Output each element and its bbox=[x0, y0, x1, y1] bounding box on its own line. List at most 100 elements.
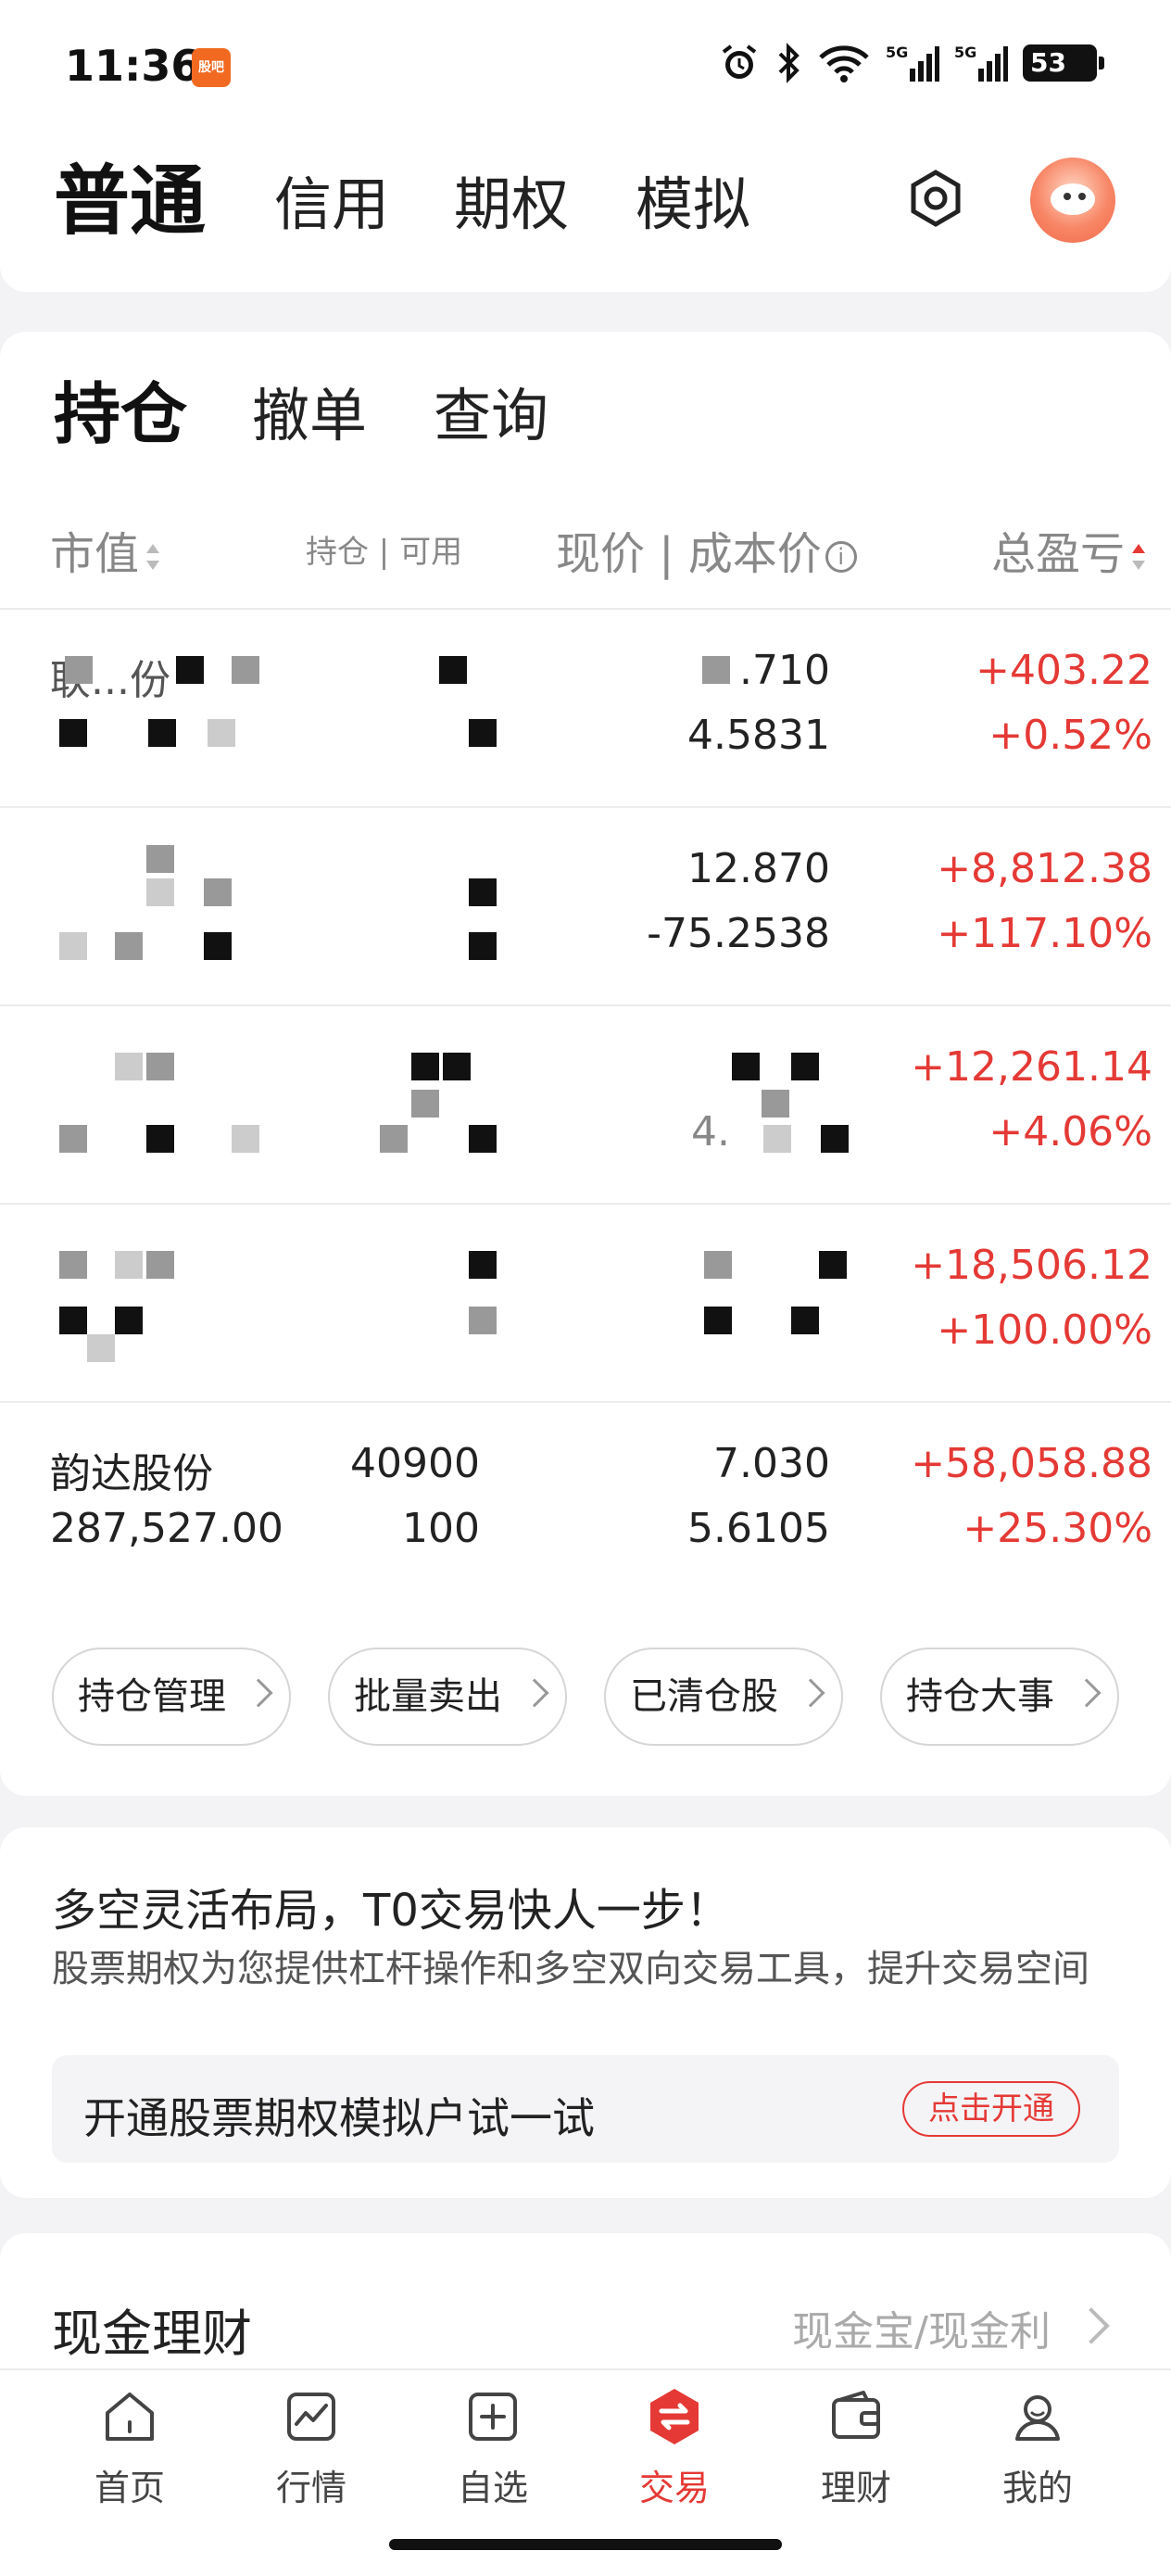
pnl-percent: +0.52% bbox=[988, 712, 1152, 759]
total-pnl: +58,058.88 bbox=[911, 1440, 1152, 1487]
cash-management-row[interactable]: 现金理财 现金宝/现金利 bbox=[0, 2233, 1171, 2381]
button-label: 已清仓股 bbox=[630, 1675, 778, 1718]
redacted-block bbox=[87, 1334, 115, 1362]
cost-price: 4.5831 bbox=[687, 712, 830, 759]
bottom-navigation: 首页 行情 自选 交易 理财 我的 bbox=[0, 2368, 1171, 2522]
holding-events-button[interactable]: 持仓大事 bbox=[880, 1648, 1119, 1746]
cost-price: -75.2538 bbox=[647, 910, 830, 957]
column-market-value[interactable]: 市值 bbox=[50, 517, 160, 582]
column-label: 可用 bbox=[399, 534, 463, 571]
redacted-block bbox=[819, 1251, 847, 1279]
redacted-block bbox=[146, 1053, 174, 1080]
nav-market[interactable]: 行情 bbox=[228, 2387, 395, 2510]
cost-price: 4. bbox=[691, 1108, 730, 1155]
current-price: .710 bbox=[739, 647, 830, 694]
redacted-block bbox=[469, 1307, 497, 1334]
home-indicator[interactable] bbox=[389, 2539, 782, 2550]
account-tabs: 普通 信用 期权 模拟 bbox=[0, 139, 1171, 292]
column-label: 总盈亏 bbox=[991, 528, 1126, 580]
tab-cancel-order[interactable]: 撤单 bbox=[252, 369, 367, 452]
redacted-block bbox=[469, 1125, 497, 1153]
sort-icon bbox=[1132, 544, 1146, 570]
table-row[interactable]: 韵达股份 287,527.00 40900 100 7.030 5.6105 +… bbox=[0, 1403, 1171, 1599]
redacted-block bbox=[204, 878, 232, 906]
redacted-block bbox=[704, 1251, 732, 1279]
nav-label: 我的 bbox=[1001, 2468, 1073, 2508]
redacted-block bbox=[115, 1053, 143, 1080]
redacted-block bbox=[148, 719, 176, 747]
redacted-block bbox=[146, 878, 174, 906]
tab-label: 持仓 bbox=[54, 375, 188, 453]
nav-watchlist[interactable]: 自选 bbox=[409, 2387, 576, 2510]
tab-holdings[interactable]: 持仓 bbox=[54, 360, 187, 457]
tab-credit[interactable]: 信用 bbox=[274, 158, 389, 241]
table-row[interactable]: 4. +12,261.14 +4.06% bbox=[0, 1006, 1171, 1203]
redacted-block bbox=[821, 1125, 849, 1153]
add-square-icon bbox=[469, 2393, 517, 2441]
redacted-block bbox=[791, 1053, 819, 1080]
redacted-block bbox=[704, 1307, 732, 1334]
nav-mine[interactable]: 我的 bbox=[954, 2387, 1121, 2510]
bluetooth-icon bbox=[778, 43, 800, 83]
info-icon[interactable]: i bbox=[825, 541, 857, 573]
table-row[interactable]: 联...份 .710 4.5831 +403.22 +0.52% bbox=[0, 610, 1171, 806]
chevron-right-icon bbox=[796, 1678, 825, 1708]
current-price: 12.870 bbox=[687, 845, 830, 892]
pnl-percent: +117.10% bbox=[937, 910, 1152, 957]
trade-icon bbox=[650, 2389, 699, 2444]
avatar[interactable] bbox=[1030, 158, 1115, 243]
app-notification-icon: 股吧 bbox=[192, 48, 231, 87]
svg-text:5G: 5G bbox=[886, 44, 908, 61]
current-price: 7.030 bbox=[713, 1440, 830, 1487]
cash-title: 现金理财 bbox=[52, 2305, 252, 2363]
tab-normal[interactable]: 普通 bbox=[54, 139, 206, 249]
holdings-card: 持仓 撤单 查询 市值 持仓 | 可用 现价 | 成本价 i 总盈亏 联...份 … bbox=[0, 332, 1171, 1796]
cleared-stocks-button[interactable]: 已清仓股 bbox=[604, 1648, 843, 1746]
status-icons: 5G 5G 53 bbox=[719, 43, 1104, 83]
redacted-block bbox=[115, 1251, 143, 1279]
avatar-eye bbox=[1078, 193, 1086, 200]
nav-home[interactable]: 首页 bbox=[46, 2387, 213, 2510]
redacted-block bbox=[411, 1053, 439, 1080]
redacted-block bbox=[65, 656, 93, 684]
redacted-block bbox=[469, 719, 497, 747]
cash-subtitle: 现金宝/现金利 bbox=[792, 2308, 1051, 2355]
redacted-block bbox=[176, 656, 204, 684]
pnl-percent: +25.30% bbox=[963, 1505, 1152, 1552]
table-row[interactable]: +18,506.12 +100.00% bbox=[0, 1205, 1171, 1401]
open-options-button[interactable]: 点击开通 bbox=[902, 2081, 1080, 2137]
pnl-percent: +100.00% bbox=[937, 1307, 1152, 1354]
redacted-block bbox=[59, 932, 87, 960]
column-position-available: 持仓 | 可用 bbox=[306, 534, 463, 571]
manage-holdings-button[interactable]: 持仓管理 bbox=[52, 1648, 291, 1746]
home-icon bbox=[106, 2393, 154, 2441]
nav-label: 交易 bbox=[638, 2468, 710, 2508]
redacted-block bbox=[204, 932, 232, 960]
stock-name: 韵达股份 bbox=[50, 1450, 213, 1497]
redacted-block bbox=[443, 1053, 471, 1080]
redacted-block bbox=[762, 1090, 789, 1118]
signal-5g-icon: 5G bbox=[886, 44, 939, 82]
column-label: 持仓 bbox=[306, 534, 369, 571]
svg-text:5G: 5G bbox=[954, 44, 976, 61]
nav-trade[interactable]: 交易 bbox=[591, 2387, 758, 2510]
nav-wealth[interactable]: 理财 bbox=[773, 2387, 939, 2510]
redacted-block bbox=[702, 656, 730, 684]
redacted-block bbox=[380, 1125, 408, 1153]
table-row[interactable]: 12.870 -75.2538 +8,812.38 +117.10% bbox=[0, 808, 1171, 1004]
chart-icon bbox=[287, 2393, 335, 2441]
promo-banner-text: 开通股票期权模拟户试一试 bbox=[83, 2093, 595, 2143]
promo-banner[interactable]: 开通股票期权模拟户试一试 点击开通 bbox=[52, 2055, 1119, 2163]
signal-5g-icon: 5G bbox=[954, 44, 1008, 82]
tab-simulation[interactable]: 模拟 bbox=[636, 158, 750, 241]
tab-options[interactable]: 期权 bbox=[454, 158, 569, 241]
redacted-block bbox=[439, 656, 467, 684]
redacted-block bbox=[469, 1251, 497, 1279]
tab-query[interactable]: 查询 bbox=[434, 369, 548, 452]
batch-sell-button[interactable]: 批量卖出 bbox=[328, 1648, 567, 1746]
settings-icon[interactable] bbox=[906, 169, 965, 228]
sort-icon bbox=[146, 544, 160, 570]
redacted-block bbox=[208, 719, 235, 747]
status-time: 11:36 bbox=[65, 41, 201, 91]
column-total-pnl[interactable]: 总盈亏 bbox=[991, 517, 1146, 582]
